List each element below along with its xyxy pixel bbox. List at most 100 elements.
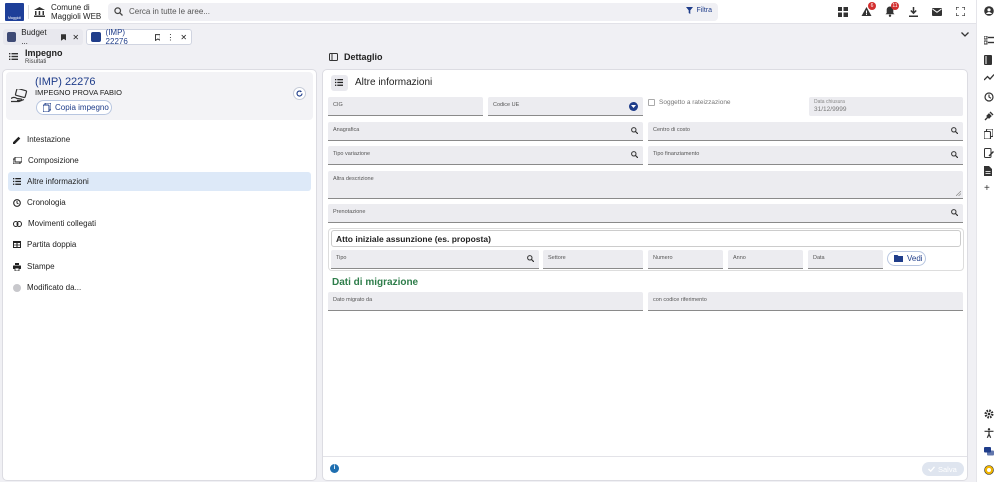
add-icon[interactable]: + xyxy=(984,183,990,194)
nav-cronologia[interactable]: Cronologia xyxy=(8,193,311,212)
atto-numero-field[interactable]: Numero xyxy=(648,250,723,269)
search-icon[interactable] xyxy=(951,209,958,216)
left-heading: Impegno xyxy=(25,48,63,58)
search-input[interactable]: Cerca in tutte le aree... xyxy=(129,7,210,16)
codice-ue-select[interactable]: Codice UE xyxy=(488,97,643,116)
composition-icon xyxy=(13,157,22,164)
document-app-icon xyxy=(91,32,101,42)
check-icon xyxy=(928,466,935,472)
edit-document-icon[interactable] xyxy=(984,148,994,158)
accessibility-icon[interactable] xyxy=(984,428,994,438)
copy-icon xyxy=(43,103,51,112)
nav-intestazione[interactable]: Intestazione xyxy=(8,130,311,149)
mail-icon[interactable] xyxy=(932,8,942,16)
list-icon xyxy=(13,178,21,185)
dashboard-icon[interactable] xyxy=(838,7,848,17)
prenotazione-field[interactable]: Prenotazione xyxy=(328,204,963,223)
anagrafica-field[interactable]: Anagrafica xyxy=(328,122,643,141)
nav-movimenti-collegati[interactable]: Movimenti collegati xyxy=(8,214,311,233)
avatar xyxy=(13,283,21,292)
search-icon[interactable] xyxy=(527,255,534,262)
data-chiusura-field: Data chiusura 31/12/9999 xyxy=(809,97,963,116)
institution-name[interactable]: Comune di Maggioli WEB xyxy=(51,3,101,21)
logo[interactable]: Maggioli xyxy=(5,3,24,21)
info-icon[interactable]: i xyxy=(330,464,339,473)
table-icon xyxy=(13,241,21,248)
history-icon xyxy=(13,198,21,207)
menu-icon[interactable] xyxy=(9,53,18,60)
payment-hand-icon xyxy=(11,89,29,103)
atto-settore-field[interactable]: Settore xyxy=(543,250,643,269)
copy-impegno-button[interactable]: Copia impegno xyxy=(36,100,112,115)
document-icon[interactable] xyxy=(984,166,992,176)
nav-stampe[interactable]: Stampe xyxy=(8,257,311,276)
search-icon[interactable] xyxy=(631,151,638,158)
detail-panel: Altre informazioni CIG Codice UE Soggett… xyxy=(322,69,968,481)
left-subheading: Risultati xyxy=(25,59,47,65)
institution-icon xyxy=(34,7,45,17)
nav-modificato-da[interactable]: Modificato da... xyxy=(8,278,311,297)
notifications-badge: 11 xyxy=(891,2,899,10)
help-lifebuoy-icon[interactable] xyxy=(984,465,994,475)
salva-button[interactable]: Salva xyxy=(922,462,964,476)
chat-icon[interactable] xyxy=(984,447,994,457)
atto-tipo-field[interactable]: Tipo xyxy=(331,250,539,269)
tab-budget[interactable]: Budget ... ✕ xyxy=(3,28,83,46)
history-icon[interactable] xyxy=(984,92,994,102)
vedi-button[interactable]: Vedi xyxy=(887,251,926,266)
search-icon[interactable] xyxy=(631,127,638,134)
checkbox-box[interactable] xyxy=(648,99,655,106)
tipo-variazione-field[interactable]: Tipo variazione xyxy=(328,146,643,165)
tasks-icon[interactable] xyxy=(984,36,994,45)
tab-imp-22276[interactable]: (IMP) 22276 ⋮ ✕ xyxy=(86,28,192,46)
book-icon[interactable] xyxy=(984,55,993,65)
atto-anno-field[interactable]: Anno xyxy=(728,250,803,269)
plug-icon[interactable] xyxy=(984,111,994,121)
alerts-badge: 6 xyxy=(868,2,876,10)
altra-descrizione-textarea[interactable]: Altra descrizione xyxy=(328,171,963,199)
global-search[interactable]: Cerca in tutte le aree... Filtra xyxy=(108,3,718,21)
refresh-button[interactable] xyxy=(293,87,306,100)
migrazione-title: Dati di migrazione xyxy=(332,277,419,288)
gear-icon[interactable] xyxy=(984,409,994,419)
user-account-icon[interactable] xyxy=(984,6,994,16)
close-icon[interactable]: ✕ xyxy=(180,33,187,42)
soggetto-rateizzazione-checkbox[interactable]: Soggetto a rateizzazione xyxy=(648,99,731,106)
record-subtitle: IMPEGNO PROVA FABIO xyxy=(35,88,122,97)
more-vertical-icon[interactable]: ⋮ xyxy=(166,33,174,42)
cig-field[interactable]: CIG xyxy=(328,97,483,116)
record-title: (IMP) 22276 xyxy=(35,76,96,88)
bookmark-outline-icon[interactable] xyxy=(154,33,161,41)
copy-icon[interactable] xyxy=(984,129,993,139)
nav-altre-informazioni[interactable]: Altre informazioni xyxy=(8,172,311,191)
section-title: Altre informazioni xyxy=(355,77,433,88)
centro-costo-field[interactable]: Centro di costo xyxy=(648,122,963,141)
bookmark-icon[interactable] xyxy=(60,33,67,41)
close-icon[interactable]: ✕ xyxy=(72,33,79,42)
detail-heading: Dettaglio xyxy=(344,52,383,62)
right-sidebar: + xyxy=(976,0,1000,482)
codice-riferimento-field[interactable]: con codice riferimento xyxy=(648,292,963,311)
dato-migrato-da-field[interactable]: Dato migrato da xyxy=(328,292,643,311)
download-icon[interactable] xyxy=(909,7,918,17)
printer-icon xyxy=(13,262,21,271)
section-menu-button[interactable] xyxy=(331,75,348,91)
nav-partita-doppia[interactable]: Partita doppia xyxy=(8,235,311,254)
tipo-finanziamento-field[interactable]: Tipo finanziamento xyxy=(648,146,963,165)
pencil-icon xyxy=(13,136,21,144)
dropdown-circle-icon xyxy=(629,102,638,111)
atto-data-field[interactable]: Data xyxy=(808,250,883,269)
resize-handle-icon[interactable] xyxy=(956,191,961,196)
filter-button[interactable]: Filtra xyxy=(686,7,712,14)
budget-app-icon xyxy=(7,32,17,42)
sidebar-toggle-icon[interactable] xyxy=(329,53,338,61)
chevron-down-icon[interactable] xyxy=(961,32,969,37)
trend-icon[interactable] xyxy=(984,74,994,81)
divider xyxy=(28,5,29,19)
search-icon[interactable] xyxy=(951,151,958,158)
nav-composizione[interactable]: Composizione xyxy=(8,151,311,170)
folder-icon xyxy=(894,255,903,262)
link-icon xyxy=(13,220,22,227)
search-icon[interactable] xyxy=(951,127,958,134)
fullscreen-icon[interactable] xyxy=(956,7,965,16)
